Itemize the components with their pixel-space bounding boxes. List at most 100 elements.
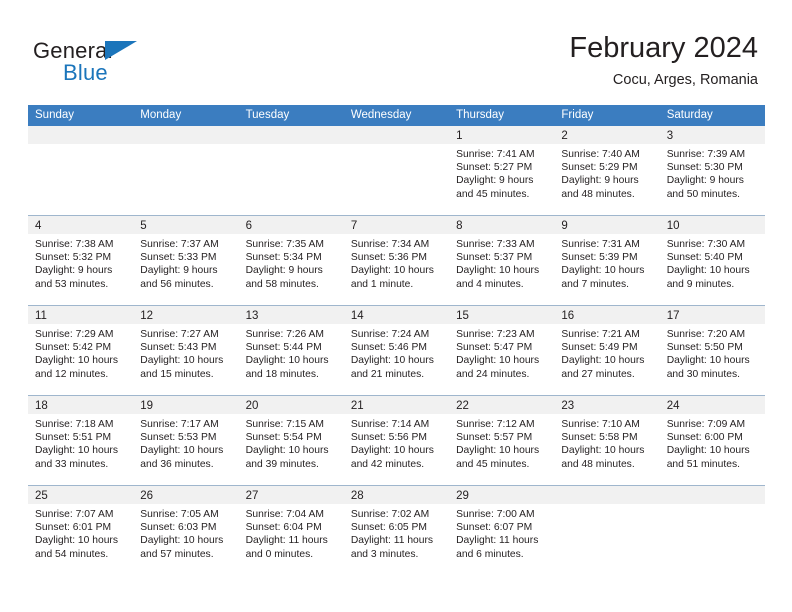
calendar-day-cell[interactable]: 9 Sunrise: 7:31 AM Sunset: 5:39 PM Daylight…: [554, 216, 660, 305]
calendar-day-cell[interactable]: 1 Sunrise: 7:41 AM Sunset: 5:27 PM Daylight…: [449, 126, 555, 215]
calendar-day-cell[interactable]: 2 Sunrise: 7:40 AM Sunset: 5:29 PM Daylight…: [554, 126, 660, 215]
daylight-text-line2: and 42 minutes.: [350, 458, 425, 470]
day-number: 23: [561, 400, 575, 412]
calendar-day-cell[interactable]: 14 Sunrise: 7:24 AM Sunset: 5:46 PM Dayligh…: [343, 306, 450, 395]
daylight-text-line1: Daylight: 11 hours: [245, 535, 328, 547]
weekday-friday: Friday: [561, 109, 594, 121]
sunset-text: Sunset: 5:51 PM: [35, 432, 112, 444]
calendar-day-cell[interactable]: 12 Sunrise: 7:27 AM Sunset: 5:43 PM Dayligh…: [133, 306, 239, 395]
day-number: 29: [456, 490, 469, 502]
daylight-text-line2: and 30 minutes.: [666, 368, 740, 380]
calendar-day-cell[interactable]: 21 Sunrise: 7:14 AM Sunset: 5:56 PM Dayligh…: [343, 396, 450, 485]
calendar-week-row: 25 Sunrise: 7:07 AM Sunset: 6:01 PM Dayligh…: [28, 486, 765, 575]
day-sun-info: Sunrise: 7:14 AM Sunset: 5:56 PM Daylight:…: [344, 414, 449, 471]
calendar-day-cell[interactable]: 29 Sunrise: 7:00 AM Sunset: 6:07 PM Dayligh…: [449, 486, 555, 575]
calendar-day-cell[interactable]: 19 Sunrise: 7:17 AM Sunset: 5:53 PM Dayligh…: [133, 396, 239, 485]
calendar-week-row: 1 Sunrise: 7:41 AM Sunset: 5:27 PM Daylight…: [28, 126, 765, 216]
calendar-day-cell[interactable]: 11 Sunrise: 7:29 AM Sunset: 5:42 PM Dayligh…: [28, 306, 134, 395]
calendar-grid: Sunday Monday Tuesday Wednesday Thursday…: [28, 105, 765, 575]
day-number-band: [28, 126, 134, 144]
day-number-band: 23: [554, 396, 660, 414]
daylight-text-line2: and 27 minutes.: [561, 368, 635, 380]
sunset-text: Sunset: 5:40 PM: [666, 252, 743, 264]
sunset-text: Sunset: 6:03 PM: [140, 522, 217, 534]
daylight-text-line1: Daylight: 10 hours: [350, 445, 434, 457]
weekday-thursday: Thursday: [456, 109, 505, 121]
daylight-text-line2: and 1 minute.: [350, 278, 414, 290]
day-number-band: 20: [238, 396, 344, 414]
calendar-day-cell[interactable]: 3 Sunrise: 7:39 AM Sunset: 5:30 PM Daylight…: [659, 126, 765, 215]
calendar-day-cell[interactable]: 6 Sunrise: 7:35 AM Sunset: 5:34 PM Daylight…: [238, 216, 344, 305]
calendar-week-row: 4 Sunrise: 7:38 AM Sunset: 5:32 PM Daylight…: [28, 216, 765, 306]
sunset-text: Sunset: 5:47 PM: [456, 342, 533, 354]
day-sun-info: Sunrise: 7:12 AM Sunset: 5:57 PM Daylight:…: [449, 414, 554, 471]
calendar-day-cell[interactable]: 8 Sunrise: 7:33 AM Sunset: 5:37 PM Daylight…: [449, 216, 555, 305]
calendar-weeks: 1 Sunrise: 7:41 AM Sunset: 5:27 PM Daylight…: [28, 126, 765, 575]
daylight-text-line2: and 58 minutes.: [245, 278, 319, 290]
calendar-day-cell[interactable]: 23 Sunrise: 7:10 AM Sunset: 5:58 PM Dayligh…: [554, 396, 660, 485]
calendar-day-cell[interactable]: 28 Sunrise: 7:02 AM Sunset: 6:05 PM Dayligh…: [343, 486, 450, 575]
day-number: 18: [35, 400, 48, 412]
day-number: 27: [245, 490, 259, 502]
sunset-text: Sunset: 5:46 PM: [350, 342, 427, 354]
sunset-text: Sunset: 5:42 PM: [35, 342, 112, 354]
weekday-wednesday: Wednesday: [350, 109, 412, 121]
calendar-day-cell[interactable]: 18 Sunrise: 7:18 AM Sunset: 5:51 PM Dayligh…: [28, 396, 134, 485]
sunrise-text: Sunrise: 7:40 AM: [561, 149, 640, 160]
sunrise-text: Sunrise: 7:02 AM: [350, 509, 430, 520]
calendar-day-cell[interactable]: 27 Sunrise: 7:04 AM Sunset: 6:04 PM Dayligh…: [238, 486, 344, 575]
calendar-day-cell[interactable]: 17 Sunrise: 7:20 AM Sunset: 5:50 PM Dayligh…: [659, 306, 765, 395]
day-sun-info: Sunrise: 7:17 AM Sunset: 5:53 PM Daylight:…: [133, 414, 238, 471]
calendar-day-cell[interactable]: 20 Sunrise: 7:15 AM Sunset: 5:54 PM Dayligh…: [238, 396, 344, 485]
weekday-saturday: Saturday: [666, 109, 713, 121]
sunset-text: Sunset: 5:50 PM: [666, 342, 743, 354]
calendar-week-row: 11 Sunrise: 7:29 AM Sunset: 5:42 PM Dayligh…: [28, 306, 765, 396]
day-number-band: 5: [133, 216, 239, 234]
calendar-day-cell[interactable]: 25 Sunrise: 7:07 AM Sunset: 6:01 PM Dayligh…: [28, 486, 134, 575]
day-number-band: 26: [133, 486, 239, 504]
daylight-text-line1: Daylight: 10 hours: [561, 445, 645, 457]
day-sun-info: Sunrise: 7:39 AM Sunset: 5:30 PM Daylight:…: [660, 144, 765, 201]
daylight-text-line2: and 7 minutes.: [561, 278, 629, 290]
day-number: 2: [561, 130, 568, 142]
day-sun-info: Sunrise: 7:21 AM Sunset: 5:49 PM Daylight:…: [554, 324, 659, 381]
daylight-text-line2: and 36 minutes.: [140, 458, 214, 470]
calendar-day-cell[interactable]: 4 Sunrise: 7:38 AM Sunset: 5:32 PM Daylight…: [28, 216, 134, 305]
weekday-tuesday: Tuesday: [245, 109, 290, 121]
day-number-band: 22: [449, 396, 555, 414]
daylight-text-line2: and 56 minutes.: [140, 278, 214, 290]
sunset-text: Sunset: 5:39 PM: [561, 252, 638, 264]
day-sun-info: Sunrise: 7:18 AM Sunset: 5:51 PM Daylight:…: [28, 414, 133, 471]
calendar-day-cell[interactable]: 16 Sunrise: 7:21 AM Sunset: 5:49 PM Dayligh…: [554, 306, 660, 395]
calendar-day-cell[interactable]: 13 Sunrise: 7:26 AM Sunset: 5:44 PM Dayligh…: [238, 306, 344, 395]
day-sun-info: Sunrise: 7:00 AM Sunset: 6:07 PM Daylight:…: [449, 504, 554, 561]
day-sun-info: Sunrise: 7:41 AM Sunset: 5:27 PM Daylight:…: [449, 144, 554, 201]
calendar-day-cell[interactable]: 10 Sunrise: 7:30 AM Sunset: 5:40 PM Dayligh…: [659, 216, 765, 305]
daylight-text-line1: Daylight: 10 hours: [35, 445, 118, 457]
sunrise-text: Sunrise: 7:05 AM: [140, 509, 219, 520]
day-number: 22: [456, 400, 469, 412]
day-sun-info: Sunrise: 7:15 AM Sunset: 5:54 PM Daylight:…: [239, 414, 344, 471]
daylight-text-line2: and 45 minutes.: [456, 188, 530, 200]
day-sun-info: Sunrise: 7:05 AM Sunset: 6:03 PM Daylight:…: [133, 504, 238, 561]
calendar-day-cell[interactable]: 7 Sunrise: 7:34 AM Sunset: 5:36 PM Daylight…: [343, 216, 450, 305]
calendar-day-cell[interactable]: 26 Sunrise: 7:05 AM Sunset: 6:03 PM Dayligh…: [133, 486, 239, 575]
calendar-day-cell[interactable]: 22 Sunrise: 7:12 AM Sunset: 5:57 PM Dayligh…: [449, 396, 555, 485]
daylight-text-line1: Daylight: 10 hours: [140, 445, 224, 457]
daylight-text-line1: Daylight: 9 hours: [456, 175, 534, 187]
calendar-day-cell[interactable]: 15 Sunrise: 7:23 AM Sunset: 5:47 PM Dayligh…: [449, 306, 555, 395]
daylight-text-line1: Daylight: 9 hours: [35, 265, 113, 277]
day-number-band: 11: [28, 306, 134, 324]
calendar-day-cell[interactable]: 5 Sunrise: 7:37 AM Sunset: 5:33 PM Daylight…: [133, 216, 239, 305]
brand-name-blue: Blue: [63, 60, 108, 85]
calendar-day-cell[interactable]: 24 Sunrise: 7:09 AM Sunset: 6:00 PM Dayligh…: [659, 396, 765, 485]
daylight-text-line2: and 12 minutes.: [35, 368, 109, 380]
sunset-text: Sunset: 5:34 PM: [245, 252, 322, 264]
brand-logo[interactable]: General Blue: [33, 38, 253, 90]
day-number-band: 1: [449, 126, 555, 144]
sunrise-text: Sunrise: 7:12 AM: [456, 419, 535, 430]
sunrise-text: Sunrise: 7:30 AM: [666, 239, 746, 250]
daylight-text-line1: Daylight: 9 hours: [140, 265, 218, 277]
day-number: 8: [456, 220, 463, 232]
daylight-text-line1: Daylight: 10 hours: [561, 355, 645, 367]
